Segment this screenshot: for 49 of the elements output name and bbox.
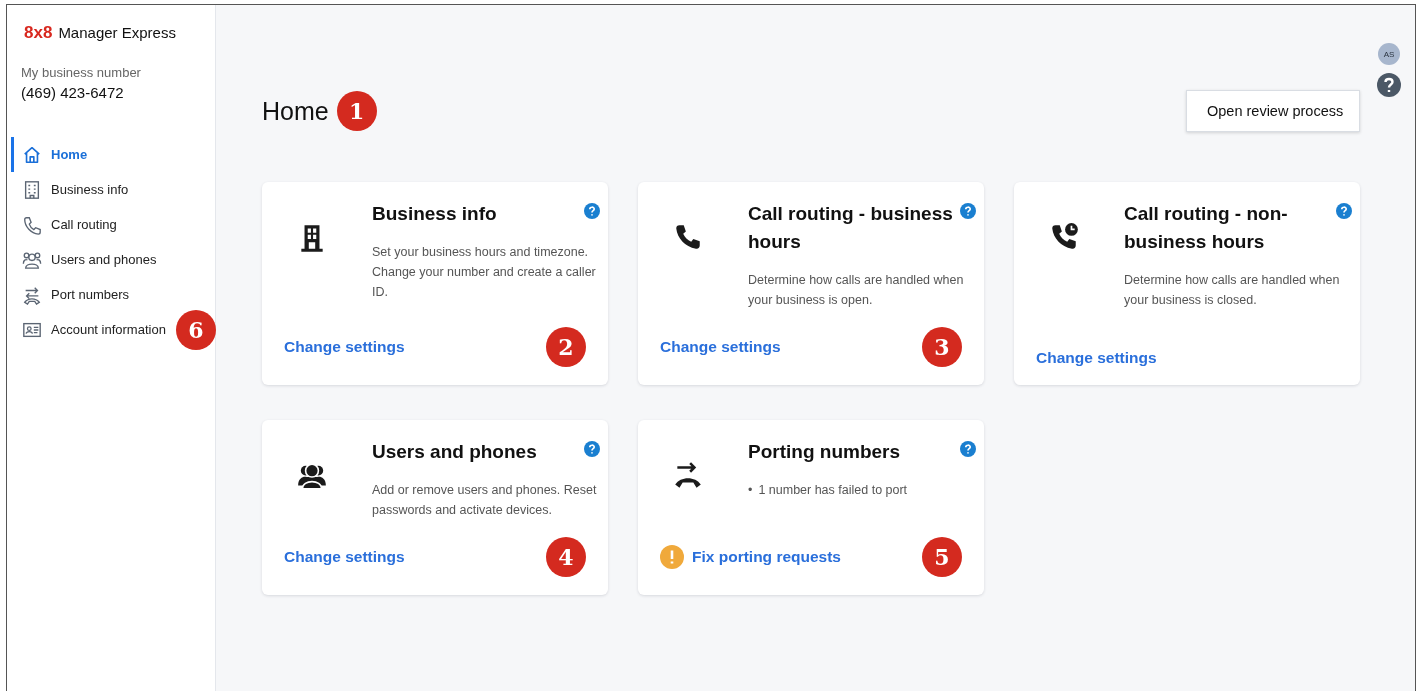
nav-item[interactable]: Account information	[11, 312, 172, 347]
nav-label: Users and phones	[51, 252, 157, 267]
review-button[interactable]: Open review process	[1186, 90, 1360, 132]
help-icon[interactable]	[960, 441, 976, 457]
card-description: Set your business hours and timezone. Change your number and create a caller ID.	[372, 244, 597, 301]
callout-number: 3	[922, 327, 962, 367]
nav-item[interactable]: Users and phones	[11, 242, 215, 277]
callout-number: 1	[336, 91, 377, 131]
page-title: Home	[262, 96, 329, 126]
nav-item[interactable]: Business info	[11, 172, 215, 207]
business-number: (469) 423-6472	[20, 84, 125, 101]
nav-item[interactable]: Call routing	[11, 207, 215, 242]
product-name: Manager Express	[58, 24, 176, 41]
nav-label: Port numbers	[51, 287, 130, 302]
callout-number: 2	[546, 327, 586, 367]
card-title: Call routing - non-business hours	[1124, 202, 1289, 254]
settings-link[interactable]: Change settings	[284, 338, 405, 356]
callout-number: 5	[922, 537, 962, 577]
nav-item[interactable]: Port numbers	[11, 277, 215, 312]
nav-label: Call routing	[51, 217, 117, 232]
settings-link[interactable]: Fix porting requests	[692, 548, 841, 566]
phone-icon	[22, 214, 42, 235]
card-title: Porting numbers	[748, 440, 900, 464]
callout-number: 6	[175, 309, 216, 350]
help-icon[interactable]	[1377, 73, 1401, 97]
settings-link[interactable]: Change settings	[1036, 349, 1157, 367]
settings-link[interactable]: Change settings	[284, 548, 405, 566]
home-icon	[22, 144, 42, 165]
building-icon	[22, 179, 42, 200]
card-title: Business info	[372, 202, 497, 226]
nav-label: Account information	[51, 322, 166, 337]
callout-number: 4	[546, 537, 586, 577]
card-description: Determine how calls are handled when your business is closed.	[1124, 272, 1341, 309]
brand-logo: 8x8	[24, 23, 53, 43]
help-icon[interactable]	[584, 441, 600, 457]
user-avatar[interactable]: AS	[1378, 43, 1400, 65]
card-title: Users and phones	[372, 440, 537, 464]
help-icon[interactable]	[1336, 203, 1352, 219]
card-description: Add or remove users and phones. Reset passwords and activate devices.	[372, 482, 598, 519]
business-number-label: My business number	[20, 65, 142, 80]
nav-label: Home	[51, 147, 88, 162]
card-description: Determine how calls are handled when your business is open.	[748, 272, 965, 309]
settings-link[interactable]: Change settings	[660, 338, 781, 356]
nav-label: Business info	[51, 182, 129, 197]
status-item: 1 number has failed to port	[758, 482, 908, 499]
card-title: Call routing - business hours	[748, 202, 954, 254]
help-icon[interactable]	[584, 203, 600, 219]
help-icon[interactable]	[960, 203, 976, 219]
bullet-mark: •	[748, 482, 753, 499]
